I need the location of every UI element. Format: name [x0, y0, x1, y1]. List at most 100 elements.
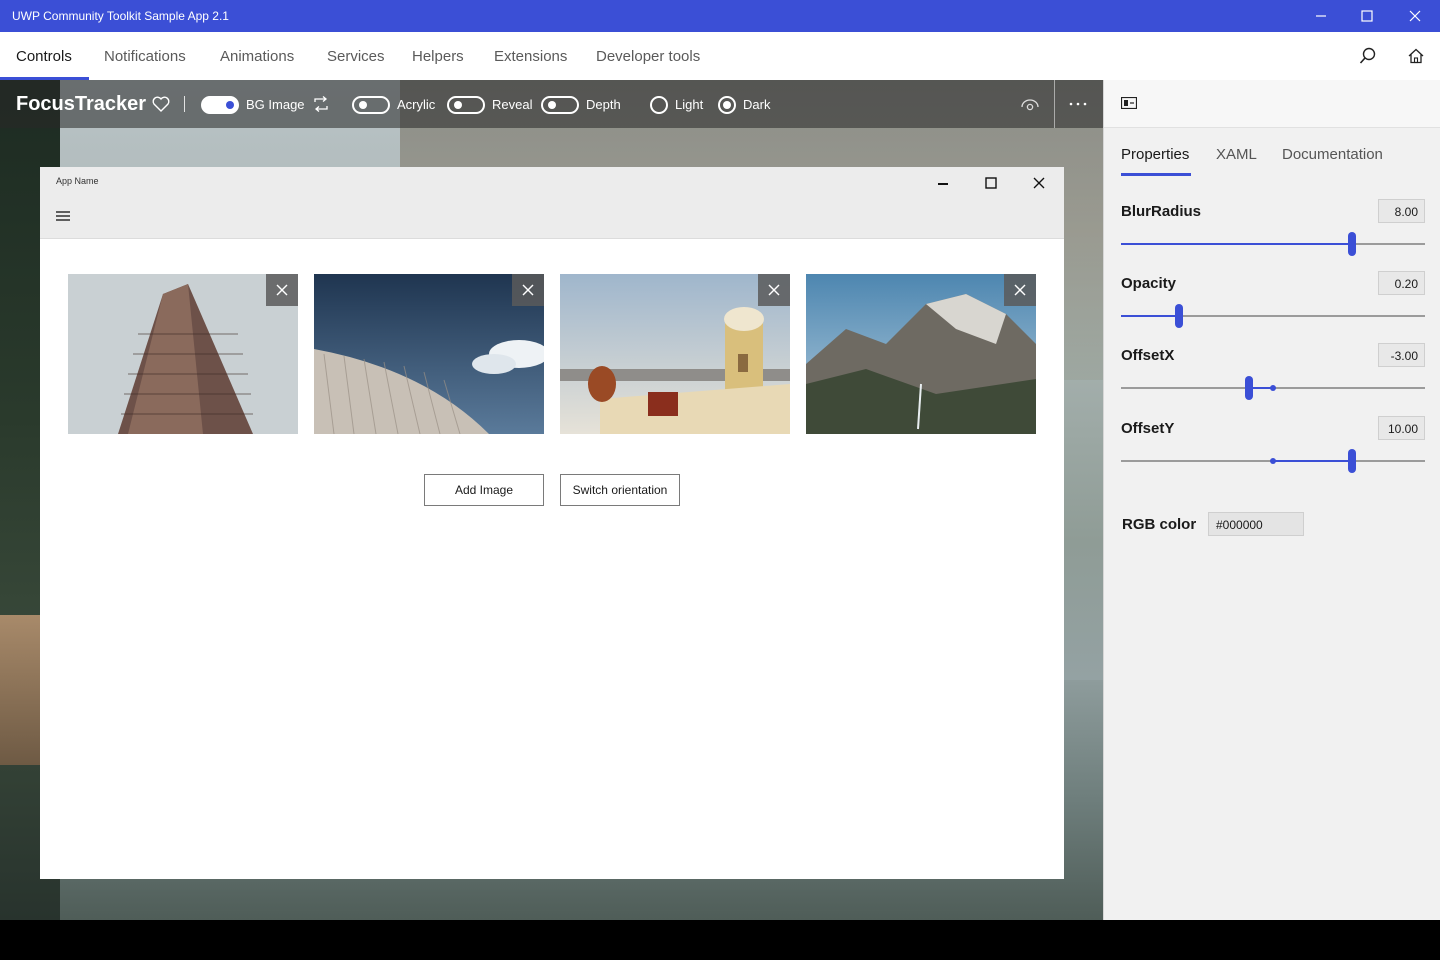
remove-image-button[interactable]	[266, 274, 298, 306]
close-icon	[1014, 284, 1026, 296]
dark-theme-label: Dark	[743, 97, 771, 112]
yosemite-valley-image	[806, 274, 1036, 434]
slider-thumb[interactable]	[1174, 304, 1183, 328]
slider-thumb[interactable]	[1244, 376, 1253, 400]
blurradius-label: BlurRadius	[1121, 203, 1202, 220]
top-navigation: Controls Notifications Animations Servic…	[0, 32, 1440, 80]
sample-maximize-button[interactable]	[971, 171, 1011, 195]
slider-origin-marker	[1270, 385, 1276, 391]
properties-panel: Properties XAML Documentation BlurRadius…	[1103, 80, 1440, 920]
depth-label: Depth	[586, 97, 621, 112]
hamburger-menu-icon[interactable]	[56, 211, 70, 221]
panel-header	[1104, 80, 1440, 128]
change-image-button[interactable]	[309, 92, 333, 116]
tab-xaml[interactable]: XAML	[1216, 146, 1257, 163]
toggle-knob	[359, 101, 367, 109]
home-button[interactable]	[1404, 44, 1428, 68]
taskbar	[0, 920, 1440, 960]
light-theme-label: Light	[675, 97, 704, 112]
curved-facade-image	[314, 274, 544, 434]
acrylic-toggle[interactable]	[352, 96, 390, 114]
eye-icon	[1021, 99, 1039, 111]
minimize-button[interactable]	[1298, 0, 1344, 32]
image-thumbnail-santorini[interactable]	[560, 274, 790, 434]
maximize-icon	[985, 177, 997, 189]
search-icon	[1359, 47, 1376, 64]
minimize-icon	[1316, 15, 1326, 17]
nav-notifications[interactable]: Notifications	[104, 48, 186, 65]
flatiron-building-image	[68, 274, 298, 434]
favorite-button[interactable]	[149, 92, 173, 116]
nav-controls[interactable]: Controls	[16, 48, 72, 65]
nav-extensions[interactable]: Extensions	[494, 48, 567, 65]
offsety-label: OffsetY	[1121, 420, 1175, 437]
remove-image-button[interactable]	[512, 274, 544, 306]
window-title: UWP Community Toolkit Sample App 2.1	[12, 9, 229, 23]
image-thumbnail-facade[interactable]	[314, 274, 544, 434]
slider-fill	[1121, 243, 1353, 245]
app-window: UWP Community Toolkit Sample App 2.1 Con…	[0, 0, 1440, 920]
reveal-toggle[interactable]	[447, 96, 485, 114]
close-icon	[276, 284, 288, 296]
tab-active-indicator	[1121, 173, 1191, 176]
offsety-value-input[interactable]: 10.00	[1378, 416, 1425, 440]
maximize-icon	[1361, 10, 1373, 22]
blurradius-slider[interactable]	[1121, 232, 1425, 256]
background-dock	[0, 615, 40, 765]
image-thumbnail-yosemite[interactable]	[806, 274, 1036, 434]
depth-toggle[interactable]	[541, 96, 579, 114]
sample-minimize-button[interactable]	[923, 171, 963, 195]
rgb-color-input[interactable]: #000000	[1208, 512, 1304, 536]
close-button[interactable]	[1392, 0, 1438, 32]
title-bar: UWP Community Toolkit Sample App 2.1	[0, 0, 1440, 32]
maximize-button[interactable]	[1344, 0, 1390, 32]
nav-helpers[interactable]: Helpers	[412, 48, 464, 65]
slider-fill	[1121, 315, 1179, 317]
toolbar-divider	[184, 96, 185, 112]
sample-title: FocusTracker	[16, 93, 147, 115]
more-options-button[interactable]	[1066, 92, 1090, 116]
acrylic-label: Acrylic	[397, 97, 436, 112]
offsetx-slider[interactable]	[1121, 376, 1425, 400]
tab-properties[interactable]: Properties	[1121, 146, 1189, 163]
heart-icon	[152, 96, 170, 112]
nav-animations[interactable]: Animations	[220, 48, 294, 65]
search-button[interactable]	[1356, 44, 1380, 68]
slider-fill	[1273, 460, 1353, 462]
add-image-button[interactable]: Add Image	[424, 474, 544, 506]
image-thumbnail-flatiron[interactable]	[68, 274, 298, 434]
close-icon	[522, 284, 534, 296]
close-icon	[1033, 177, 1045, 189]
santorini-tower-image	[560, 274, 790, 434]
toggle-knob	[548, 101, 556, 109]
remove-image-button[interactable]	[1004, 274, 1036, 306]
reveal-label: Reveal	[492, 97, 533, 112]
sample-app-header: App Name	[40, 167, 1064, 239]
sample-close-button[interactable]	[1019, 171, 1059, 195]
opacity-label: Opacity	[1121, 275, 1177, 292]
bg-image-toggle[interactable]	[201, 96, 239, 114]
offsetx-value-input[interactable]: -3.00	[1378, 343, 1425, 367]
opacity-value-input[interactable]: 0.20	[1378, 271, 1425, 295]
offsety-slider[interactable]	[1121, 449, 1425, 473]
nav-developer-tools[interactable]: Developer tools	[596, 48, 700, 65]
sample-app-window: App Name Add Image Switch orientation	[40, 167, 1064, 879]
nav-services[interactable]: Services	[327, 48, 385, 65]
toggle-knob	[454, 101, 462, 109]
rgb-color-label: RGB color	[1122, 516, 1197, 533]
opacity-slider[interactable]	[1121, 304, 1425, 328]
slider-thumb[interactable]	[1348, 232, 1357, 256]
toggle-knob	[226, 101, 234, 109]
tab-documentation[interactable]: Documentation	[1282, 146, 1383, 163]
blurradius-value-input[interactable]: 8.00	[1378, 199, 1425, 223]
slider-thumb[interactable]	[1348, 449, 1357, 473]
sample-app-title: App Name	[56, 176, 99, 186]
remove-image-button[interactable]	[758, 274, 790, 306]
dark-theme-radio[interactable]	[718, 96, 736, 114]
light-theme-radio[interactable]	[650, 96, 668, 114]
more-icon	[1069, 102, 1087, 106]
switch-orientation-button[interactable]: Switch orientation	[560, 474, 680, 506]
close-icon	[1409, 10, 1421, 22]
preview-button[interactable]	[1018, 92, 1042, 116]
panel-toggle-icon[interactable]	[1121, 97, 1137, 109]
